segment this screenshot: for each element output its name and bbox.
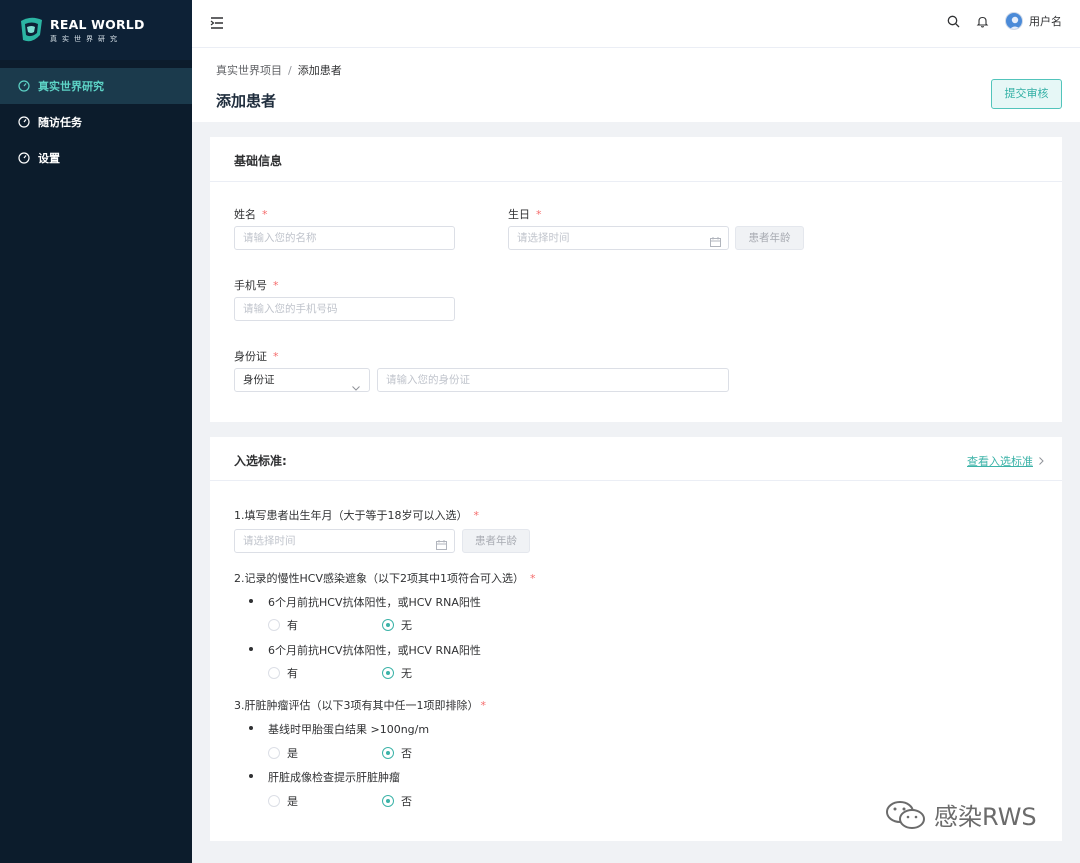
sidebar-menu: 真实世界研究 随访任务 设置: [0, 68, 192, 176]
dashboard-icon: [18, 152, 30, 164]
phone-input[interactable]: 请输入您的手机号码: [234, 297, 455, 321]
birthday-label: 生日 *: [508, 208, 542, 221]
chevron-right-icon: [1039, 455, 1044, 468]
q1-date-picker[interactable]: 请选择时间: [234, 529, 455, 553]
sidebar-item-settings[interactable]: 设置: [0, 140, 192, 176]
q3-item-2-option-no[interactable]: 否: [382, 793, 412, 809]
radio-icon: [268, 667, 280, 679]
radio-checked-icon: [382, 795, 394, 807]
radio-checked-icon: [382, 747, 394, 759]
chevron-down-icon: [352, 377, 360, 399]
calendar-icon: [710, 233, 721, 255]
watermark-text: 感染RWS: [934, 803, 1037, 831]
logo-icon: [18, 15, 44, 45]
q3-item-2: 肝脏成像检查提示肝脏肿瘤: [249, 769, 400, 785]
calendar-icon: [436, 536, 447, 558]
q1-patient-age-button[interactable]: 患者年龄: [462, 529, 530, 553]
view-criteria-link[interactable]: 查看入选标准: [967, 453, 1044, 469]
watermark: 感染RWS: [884, 797, 1037, 832]
dashboard-icon: [18, 80, 30, 92]
id-label: 身份证 *: [234, 350, 279, 363]
question-2: 2.记录的慢性HCV感染遮象（以下2项其中1项符合可入选） *: [234, 572, 536, 585]
id-type-select[interactable]: 身份证: [234, 368, 370, 392]
submit-review-button[interactable]: 提交审核: [991, 79, 1062, 109]
breadcrumb-separator: /: [288, 64, 292, 77]
breadcrumb-current: 添加患者: [297, 64, 342, 77]
question-3: 3.肝脏肿瘤评估（以下3项有其中任一1项即排除） *: [234, 699, 486, 712]
id-number-input[interactable]: 请输入您的身份证: [377, 368, 729, 392]
radio-checked-icon: [382, 619, 394, 631]
question-1: 1.填写患者出生年月（大于等于18岁可以入选） *: [234, 509, 479, 522]
patient-age-button[interactable]: 患者年龄: [735, 226, 804, 250]
brand-title: REAL WORLD: [50, 16, 145, 32]
radio-icon: [268, 795, 280, 807]
top-header: 用户名: [192, 0, 1080, 48]
page-header: 真实世界项目 / 添加患者 添加患者 提交审核: [192, 48, 1080, 122]
q3-item-1-option-yes[interactable]: 是: [268, 745, 298, 761]
inclusion-criteria-card: 入选标准: 查看入选标准 1.填写患者出生年月（大于等于18岁可以入选） * 请选…: [210, 437, 1062, 841]
basic-info-title: 基础信息: [234, 154, 283, 168]
name-input[interactable]: 请输入您的名称: [234, 226, 455, 250]
avatar[interactable]: [1005, 12, 1023, 30]
q2-item-1-option-no[interactable]: 无: [382, 617, 412, 633]
q2-item-1: 6个月前抗HCV抗体阳性，或HCV RNA阳性: [249, 594, 481, 610]
radio-checked-icon: [382, 667, 394, 679]
q3-item-1-option-no[interactable]: 否: [382, 745, 412, 761]
sidebar-item-follow-up-tasks[interactable]: 随访任务: [0, 104, 192, 140]
q3-item-1: 基线时甲胎蛋白结果 >100ng/m: [248, 721, 429, 737]
q2-item-1-option-yes[interactable]: 有: [268, 617, 298, 633]
search-icon[interactable]: [947, 15, 960, 28]
menu-fold-icon[interactable]: [210, 16, 224, 33]
wechat-icon: [886, 800, 925, 829]
bell-icon[interactable]: [976, 15, 989, 28]
basic-info-card: 基础信息 姓名 * 请输入您的名称 生日 * 请选择时间 患者年龄 手机号 * 请输入…: [210, 137, 1062, 422]
breadcrumb-parent[interactable]: 真实世界项目: [216, 64, 282, 77]
criteria-title: 入选标准:: [234, 454, 287, 468]
brand-logo[interactable]: REAL WORLD 真实世界研究: [0, 0, 192, 60]
sidebar-item-label: 真实世界研究: [38, 80, 104, 93]
brand-subtitle: 真实世界研究: [50, 34, 122, 43]
q3-item-2-option-yes[interactable]: 是: [268, 793, 298, 809]
dashboard-icon: [18, 116, 30, 128]
page-title: 添加患者: [216, 92, 277, 110]
sidebar-item-label: 随访任务: [38, 116, 82, 129]
sidebar-item-real-world-research[interactable]: 真实世界研究: [0, 68, 192, 104]
username[interactable]: 用户名: [1029, 13, 1062, 29]
sidebar-item-label: 设置: [38, 152, 60, 165]
name-label: 姓名 *: [234, 208, 268, 221]
q2-item-2-option-yes[interactable]: 有: [268, 665, 298, 681]
q2-item-2-option-no[interactable]: 无: [382, 665, 412, 681]
birthday-date-picker[interactable]: 请选择时间: [508, 226, 729, 250]
sidebar: REAL WORLD 真实世界研究 真实世界研究 随访任务 设置: [0, 0, 192, 863]
radio-icon: [268, 747, 280, 759]
phone-label: 手机号 *: [234, 279, 279, 292]
radio-icon: [268, 619, 280, 631]
breadcrumb: 真实世界项目 / 添加患者: [216, 62, 342, 78]
q2-item-2: 6个月前抗HCV抗体阳性，或HCV RNA阳性: [249, 642, 481, 658]
